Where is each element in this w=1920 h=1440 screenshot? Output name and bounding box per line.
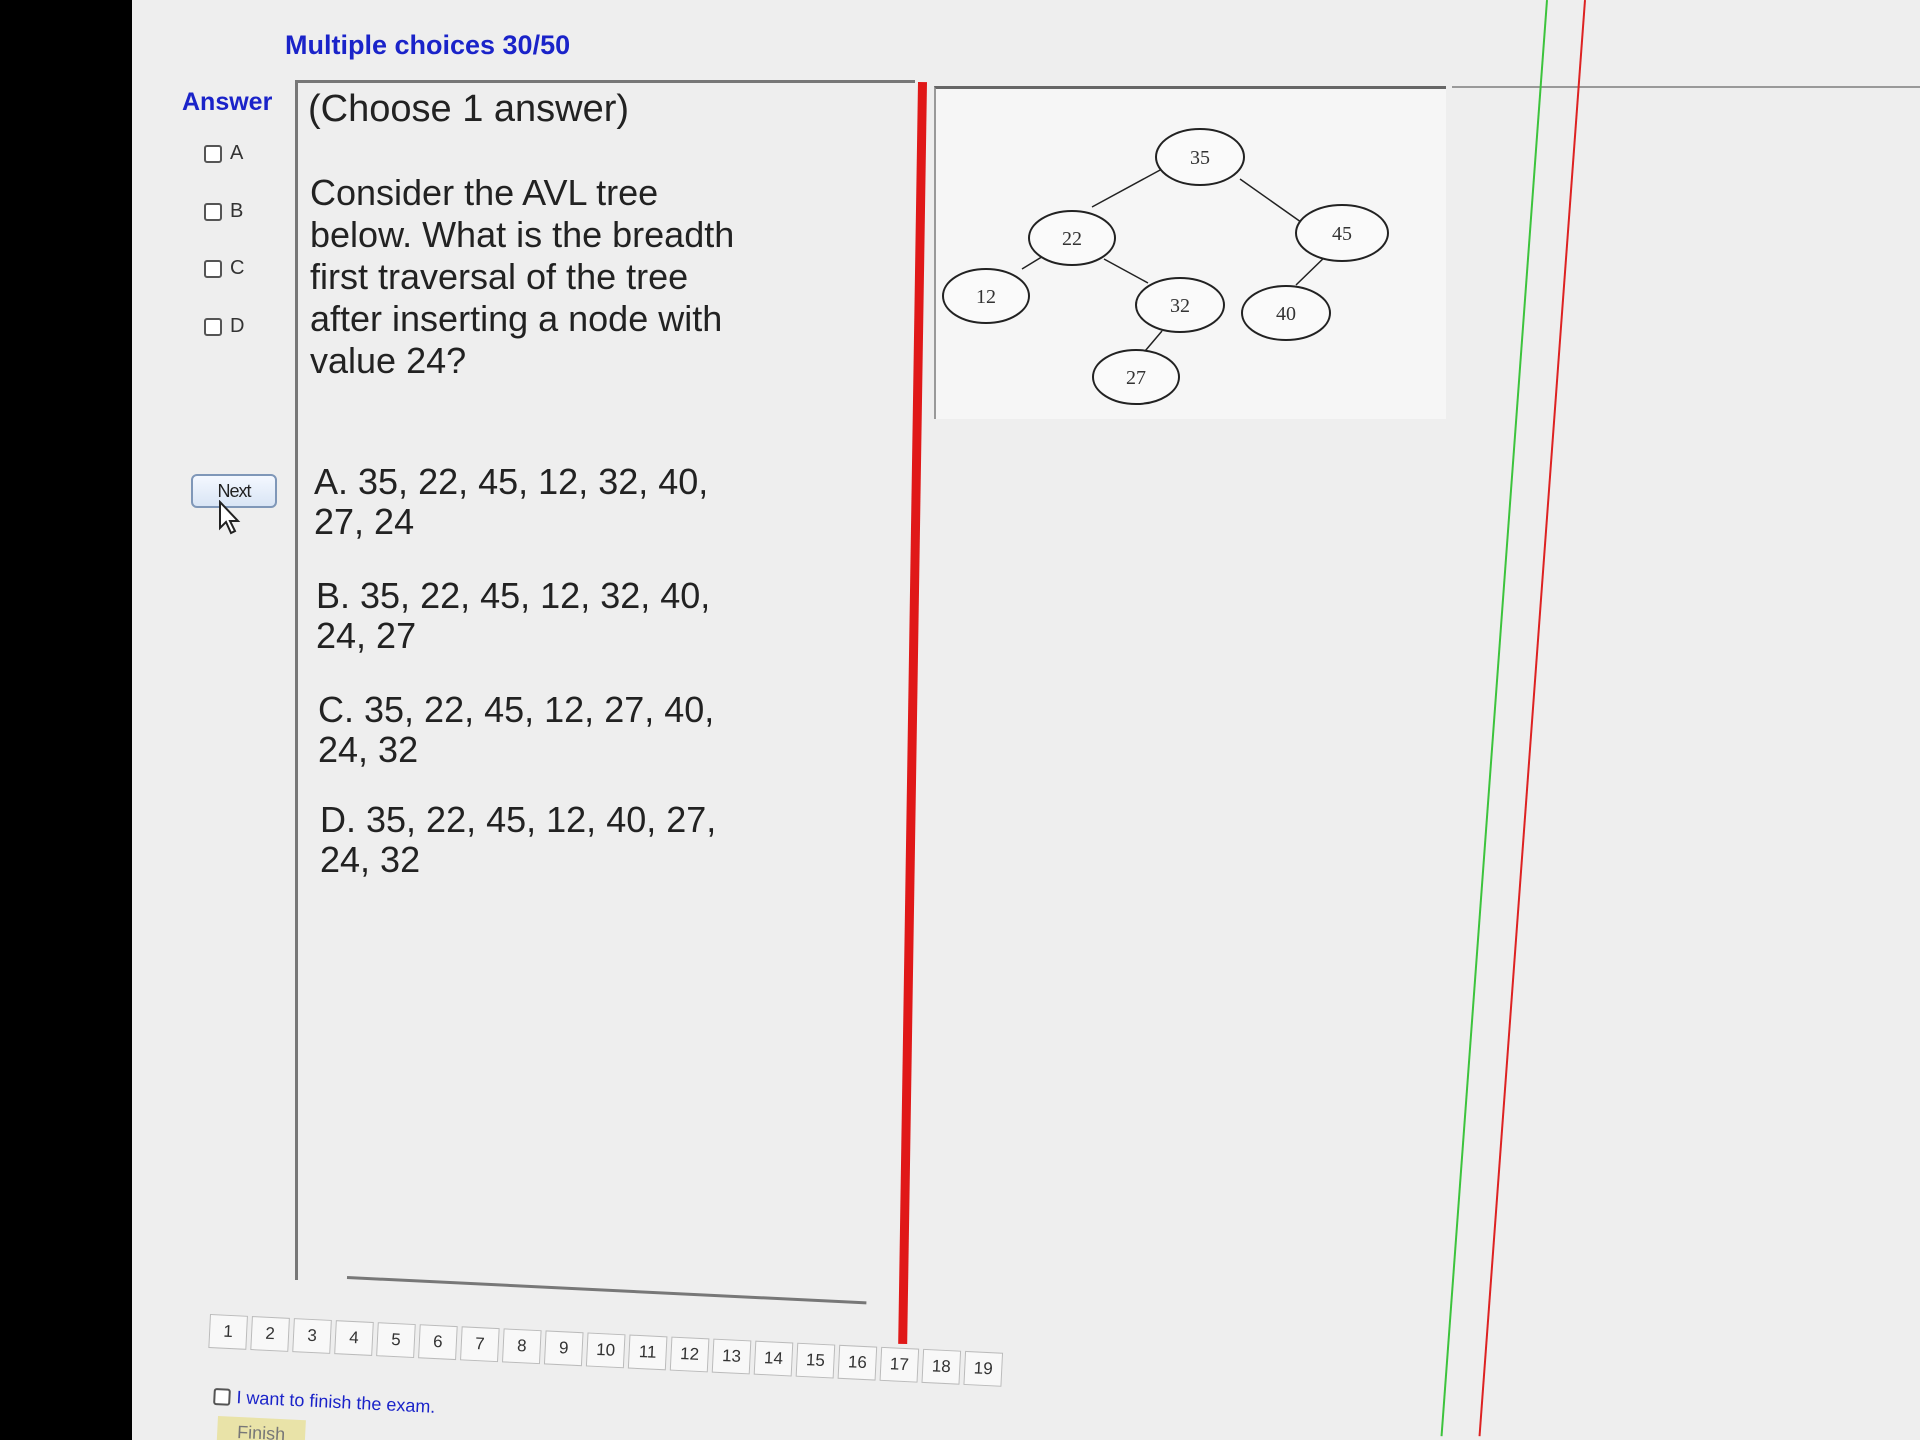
page-button-19[interactable]: 19 — [963, 1350, 1004, 1387]
page-button-11[interactable]: 11 — [627, 1334, 668, 1371]
page-button-3[interactable]: 3 — [292, 1318, 332, 1354]
page-title: Multiple choices 30/50 — [285, 30, 571, 60]
page-button-6[interactable]: 6 — [418, 1324, 458, 1361]
tree-node-label: 12 — [976, 286, 996, 308]
answer-checkbox-b[interactable]: B — [204, 200, 243, 223]
checkbox-icon[interactable] — [204, 317, 222, 336]
tree-node-label: 40 — [1276, 303, 1296, 325]
tree-image-panel: 35 22 45 12 32 40 27 — [934, 86, 1446, 419]
answer-label: Answer — [182, 88, 273, 116]
tree-node-label: 27 — [1126, 367, 1146, 389]
option-c: C. 35, 22, 45, 12, 27, 40, 24, 32 — [318, 690, 738, 770]
tree-node-label: 22 — [1062, 228, 1082, 250]
page-button-4[interactable]: 4 — [334, 1320, 374, 1356]
tree-node-label: 35 — [1190, 147, 1210, 169]
page-button-7[interactable]: 7 — [460, 1326, 500, 1363]
page-button-16[interactable]: 16 — [837, 1344, 878, 1381]
question-instruction: (Choose 1 answer) — [308, 88, 630, 130]
mouse-cursor-icon — [219, 500, 241, 535]
page-button-14[interactable]: 14 — [753, 1340, 794, 1377]
tree-edge — [1103, 258, 1149, 284]
checkbox-icon[interactable] — [204, 259, 222, 278]
finish-exam-label: I want to finish the exam. — [235, 1387, 436, 1417]
option-a: A. 35, 22, 45, 12, 32, 40, 27, 24 — [314, 462, 734, 542]
finish-exam-checkbox-row[interactable]: I want to finish the exam. — [213, 1386, 436, 1418]
question-line: below. What is the breadth — [310, 214, 735, 255]
page-button-5[interactable]: 5 — [376, 1322, 416, 1359]
option-line: B. 35, 22, 45, 12, 32, 40, — [316, 575, 711, 616]
option-line: 24, 32 — [318, 729, 419, 770]
checkbox-icon[interactable] — [204, 144, 222, 163]
answer-checkbox-c[interactable]: C — [204, 257, 244, 280]
divider — [1452, 86, 1920, 88]
avl-tree-diagram: 35 22 45 12 32 40 27 — [942, 128, 1389, 405]
question-line: value 24? — [310, 340, 467, 381]
page-button-17[interactable]: 17 — [879, 1346, 920, 1383]
answer-option-label: D — [230, 315, 245, 337]
answer-option-label: C — [230, 257, 245, 279]
page-button-15[interactable]: 15 — [795, 1342, 836, 1379]
question-line: Consider the AVL tree — [310, 172, 659, 213]
page-button-2[interactable]: 2 — [250, 1316, 290, 1352]
page-button-8[interactable]: 8 — [501, 1328, 542, 1365]
finish-button[interactable]: Finish — [216, 1416, 306, 1440]
option-d: D. 35, 22, 45, 12, 40, 27, 24, 32 — [320, 800, 740, 880]
option-line: A. 35, 22, 45, 12, 32, 40, — [314, 461, 709, 502]
horizontal-scrollbar[interactable] — [346, 1276, 867, 1305]
exam-screen: Multiple choices 30/50 Answer A B C D Ne… — [132, 0, 1920, 1440]
checkbox-icon[interactable] — [213, 1387, 231, 1406]
tree-node-label: 32 — [1170, 295, 1190, 317]
page-button-12[interactable]: 12 — [669, 1336, 710, 1373]
answer-checkbox-d[interactable]: D — [204, 315, 244, 338]
answer-checkbox-a[interactable]: A — [204, 142, 243, 165]
question-pagination: 1 2 3 4 5 6 7 8 9 10 11 12 13 14 15 16 1… — [208, 1314, 1004, 1387]
page-button-18[interactable]: 18 — [921, 1348, 962, 1385]
option-line: 27, 24 — [314, 501, 415, 542]
answer-option-label: B — [230, 200, 244, 222]
question-line: first traversal of the tree — [310, 256, 689, 297]
answer-option-label: A — [230, 142, 244, 164]
question-line: after inserting a node with — [310, 298, 723, 339]
tree-edge — [1091, 168, 1163, 208]
tree-node-label: 45 — [1332, 223, 1352, 245]
option-line: D. 35, 22, 45, 12, 40, 27, — [320, 799, 717, 840]
question-text: Consider the AVL tree below. What is the… — [310, 172, 750, 382]
page-button-9[interactable]: 9 — [543, 1330, 584, 1367]
option-line: 24, 27 — [316, 615, 417, 656]
option-line: 24, 32 — [320, 839, 421, 880]
tree-edge — [1239, 178, 1309, 228]
page-button-13[interactable]: 13 — [711, 1338, 752, 1375]
option-b: B. 35, 22, 45, 12, 32, 40, 24, 27 — [316, 576, 736, 656]
option-line: C. 35, 22, 45, 12, 27, 40, — [318, 689, 715, 730]
page-button-1[interactable]: 1 — [208, 1314, 248, 1350]
page-button-10[interactable]: 10 — [585, 1332, 626, 1369]
checkbox-icon[interactable] — [204, 202, 222, 221]
